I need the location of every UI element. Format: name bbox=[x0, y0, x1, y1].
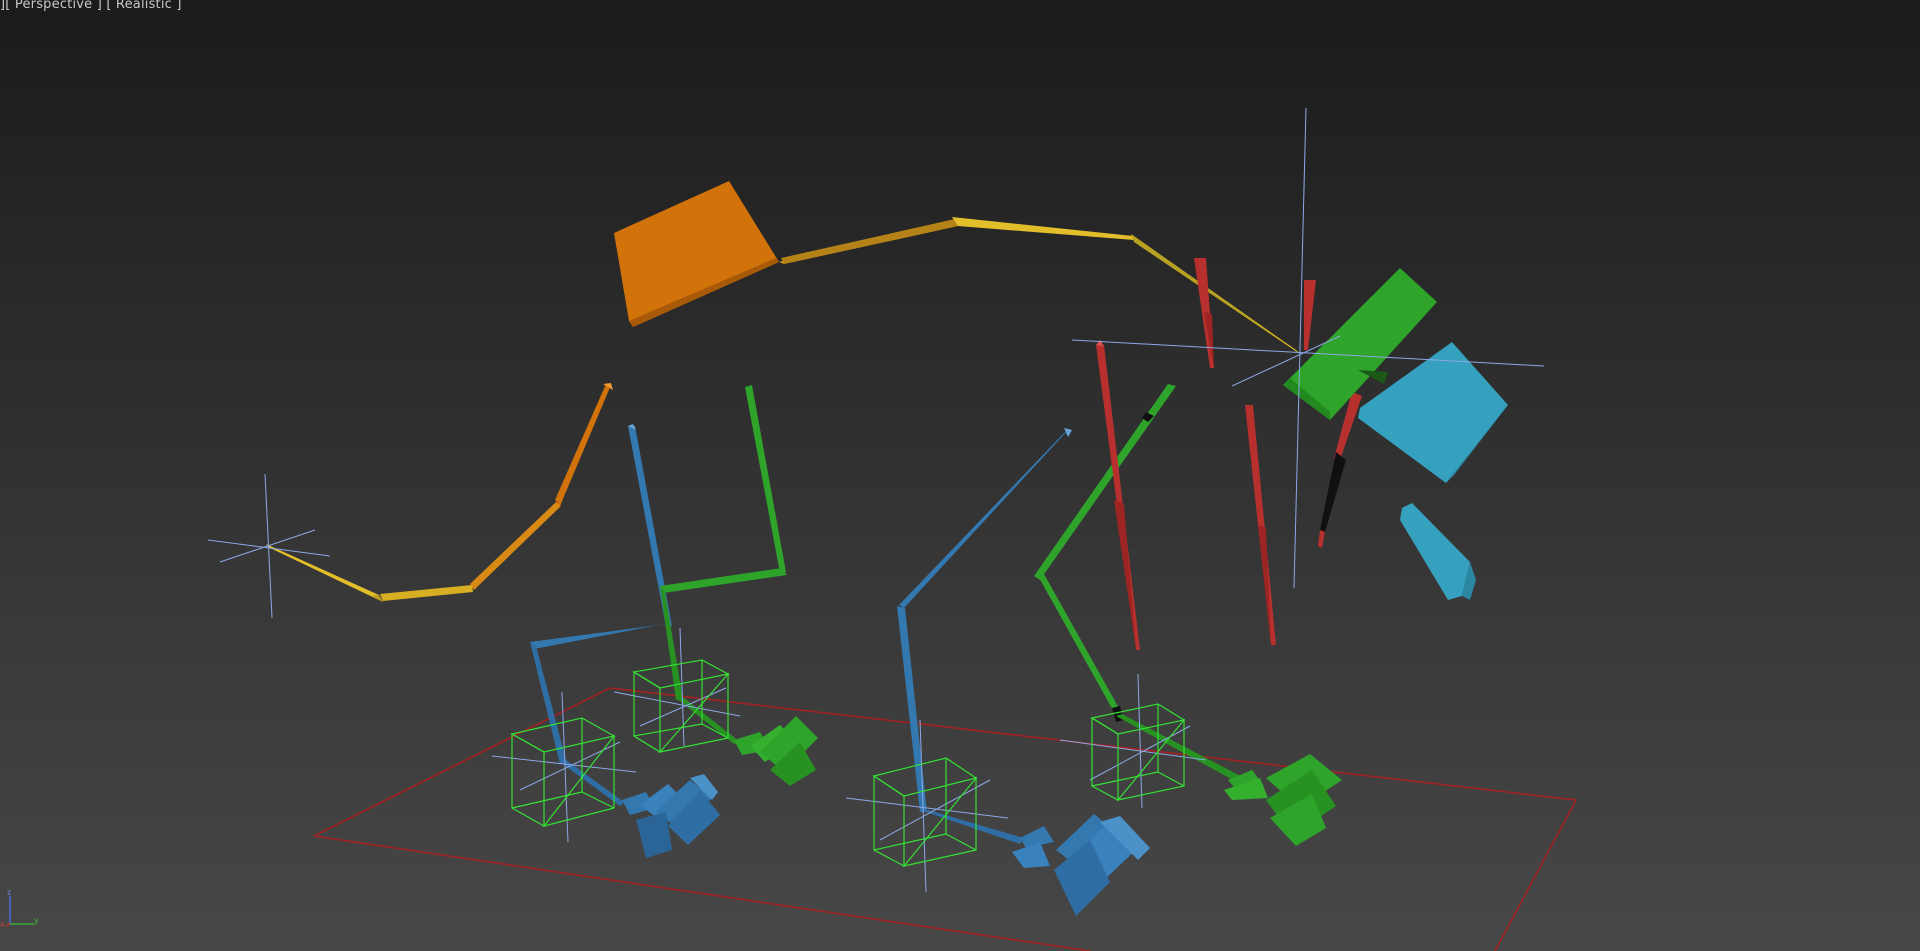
tail-bone-4 bbox=[555, 384, 611, 506]
foot-rear-left-blue[interactable] bbox=[1012, 814, 1150, 916]
ear-bone bbox=[1400, 503, 1470, 600]
perspective-viewport[interactable]: ][ Perspective ] [ Realistic ] z y x bbox=[0, 0, 1920, 951]
leg-rear-left-blue[interactable] bbox=[897, 428, 1072, 844]
tail-bone-3 bbox=[470, 502, 561, 590]
pelvis-bone bbox=[614, 181, 779, 327]
control-box-front-right bbox=[632, 659, 730, 754]
foot-rear-right-green[interactable] bbox=[1224, 754, 1342, 846]
head-bones[interactable] bbox=[1283, 268, 1508, 600]
leg-rear-right-green[interactable] bbox=[1034, 384, 1248, 786]
scene-canvas[interactable] bbox=[0, 0, 1920, 951]
spine-bone-2 bbox=[952, 217, 1134, 240]
tail-bone-1 bbox=[266, 544, 383, 602]
axis-z-label: z bbox=[7, 888, 12, 897]
foot-front-left-green[interactable] bbox=[734, 716, 818, 786]
control-box-front-left bbox=[510, 717, 616, 828]
leg-front-left-blue[interactable] bbox=[530, 424, 674, 806]
foot-front-left-blue[interactable] bbox=[622, 774, 720, 858]
control-box-rear-right bbox=[1090, 703, 1186, 802]
tail-chain[interactable] bbox=[266, 383, 613, 602]
tail-bone-2 bbox=[380, 585, 473, 601]
axis-x-label: x bbox=[0, 920, 5, 929]
ground-plane-outline[interactable] bbox=[313, 687, 1578, 951]
axis-gizmo: z y x bbox=[0, 888, 44, 929]
leg-front-left-green[interactable] bbox=[660, 385, 787, 744]
black-bones[interactable] bbox=[1318, 452, 1346, 548]
red-bones[interactable] bbox=[1096, 258, 1362, 650]
axis-y-label: y bbox=[34, 916, 39, 925]
helper-crosses[interactable] bbox=[207, 107, 1545, 893]
